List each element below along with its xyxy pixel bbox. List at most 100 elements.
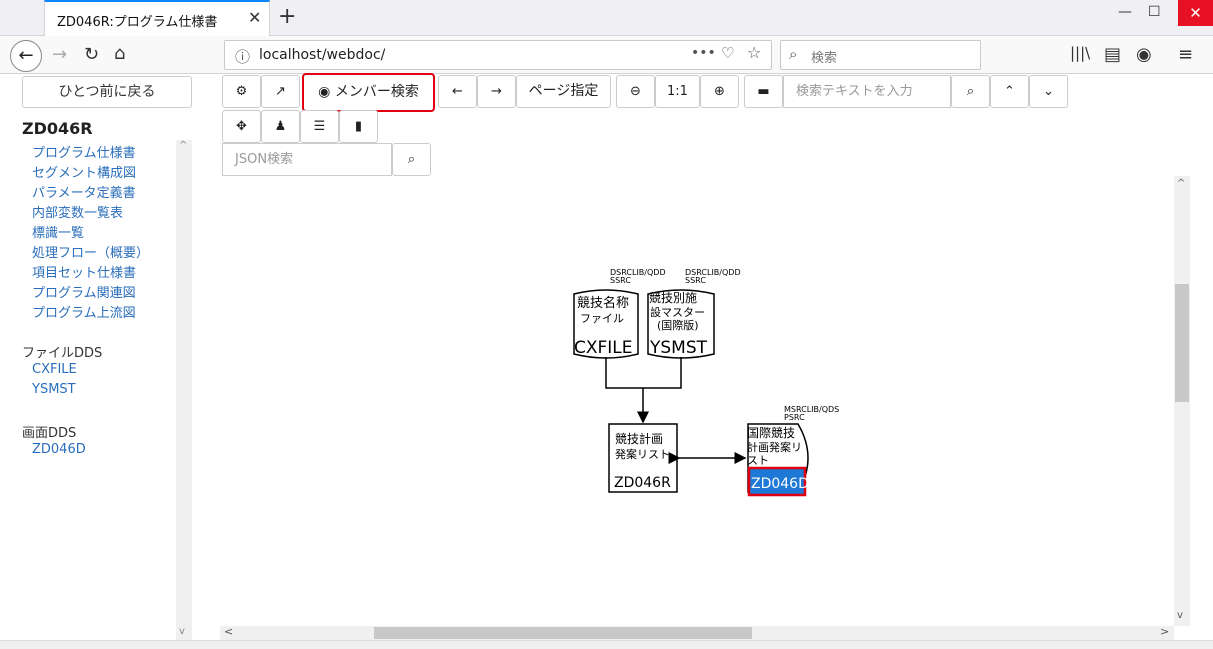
search-icon: ⌕ [789,45,798,63]
next-page-button[interactable]: → [477,75,516,108]
zoom-reset-button[interactable]: 1:1 [655,75,700,108]
pocket-icon[interactable]: ♡ [721,44,734,62]
chevron-down-icon: ⌄ [1043,84,1054,99]
search-prev-button[interactable]: ⌃ [990,75,1029,108]
screen-dds-heading: 画面DDS [22,426,77,441]
file1-line2: ファイル [580,312,624,325]
search-placeholder: 検索 [811,51,838,66]
sidebar-link-item-set[interactable]: 項目セット仕様書 [32,262,136,281]
status-bar [0,640,1213,649]
list-button[interactable]: ☰ [300,110,339,143]
browser-back-button[interactable]: ← [10,40,42,72]
screen-line3: スト [747,454,769,467]
file-dds-heading: ファイルDDS [22,346,103,361]
window-close-icon[interactable]: ✕ [1178,0,1213,26]
search-text-button[interactable]: ⌕ [951,75,990,108]
sidebar-icon[interactable]: ▤ [1104,44,1121,65]
scroll-up-icon[interactable]: ^ [1177,178,1185,189]
sidebar-link-ysmst[interactable]: YSMST [32,382,76,397]
json-search-input[interactable]: JSON検索 [222,143,392,176]
file2-src: SSRC [685,276,706,285]
move-icon: ✥ [236,119,247,134]
sidebar-link-indicators[interactable]: 標識一覧 [32,222,84,241]
minimize-icon[interactable]: — [1118,4,1132,20]
browser-tab[interactable]: ZD046R:プログラム仕様書 ✕ [44,0,270,36]
diagram-canvas[interactable]: DSRCLIB/QDD SSRC 競技名称 ファイル CXFILE DSRCLI… [220,176,1174,626]
search-next-button[interactable]: ⌄ [1029,75,1068,108]
sidebar-link-program-spec[interactable]: プログラム仕様書 [32,142,136,161]
menu-icon[interactable]: ≡ [1178,44,1193,65]
sidebar-link-variables[interactable]: 内部変数一覧表 [32,202,123,221]
library-icon[interactable]: |||\ [1070,44,1090,62]
arrow-right-icon: → [491,84,502,99]
gear-icon: ⚙ [235,84,248,99]
book-button[interactable]: ▮ [339,110,378,143]
forward-icon[interactable]: → [52,44,67,65]
program-name: ZD046R [614,475,671,491]
zoom-in-button[interactable]: ⊕ [700,75,739,108]
zoom-out-button[interactable]: ⊖ [616,75,655,108]
file1-name: CXFILE [574,338,633,358]
bookmark-star-icon[interactable]: ☆ [747,43,761,62]
screen-line2: 計画発案リ [747,440,802,454]
file-node-ysmst[interactable]: DSRCLIB/QDD SSRC 競技別施 設マスター (国際版) YSMST [647,268,741,359]
settings-button[interactable]: ⚙ [222,75,261,108]
tab-title: ZD046R:プログラム仕様書 [57,15,218,30]
user-button[interactable]: ♟ [261,110,300,143]
scroll-down-icon[interactable]: v [179,626,185,637]
member-search-label: メンバー検索 [334,84,419,100]
file1-src: SSRC [610,276,631,285]
reload-icon[interactable]: ↻ [84,44,99,65]
open-external-button[interactable]: ↗ [261,75,300,108]
vertical-scroll-thumb[interactable] [1175,284,1189,402]
json-search-button[interactable]: ⌕ [392,143,431,176]
scroll-left-icon[interactable]: < [224,625,233,638]
sidebar-scrollbar[interactable]: ^ v [176,140,192,640]
sidebar-link-cxfile[interactable]: CXFILE [32,362,77,377]
eye-icon: ◉ [318,84,331,100]
account-icon[interactable]: ◉ [1136,44,1152,65]
home-icon[interactable]: ⌂ [114,43,125,64]
search-panel-button[interactable]: ▬ [744,75,783,108]
maximize-icon[interactable]: ☐ [1148,4,1161,20]
drive-icon: ▬ [757,84,770,99]
screen-name: ZD046D [751,476,809,492]
search-icon: ⌕ [407,152,416,167]
screen-line1: 国際競技 [747,425,795,440]
new-tab-button[interactable]: + [278,4,296,29]
screen-src: PSRC [784,413,805,422]
browser-search-bar[interactable]: ⌕ 検索 [780,40,981,70]
sidebar-link-segment[interactable]: セグメント構成図 [32,162,136,181]
scroll-up-icon[interactable]: ^ [179,140,187,151]
move-button[interactable]: ✥ [222,110,261,143]
arrow-left-icon: ← [452,84,463,99]
sidebar-link-upstream[interactable]: プログラム上流図 [32,302,136,321]
sidebar-link-zd046d[interactable]: ZD046D [32,442,86,457]
scroll-right-icon[interactable]: > [1160,625,1169,638]
program-line2: 発案リスト [615,447,670,461]
more-actions-icon[interactable]: ••• [691,45,716,61]
member-search-button[interactable]: ◉ メンバー検索 [302,73,435,112]
prev-page-button[interactable]: ← [438,75,477,108]
url-text: localhost/webdoc/ [259,47,386,63]
tab-close-icon[interactable]: ✕ [248,8,261,27]
info-icon[interactable]: ⓘ [235,46,250,67]
file2-line3: (国際版) [657,318,699,332]
list-icon: ☰ [313,119,326,134]
search-text-input[interactable]: 検索テキストを入力 [783,75,951,108]
back-page-button[interactable]: ひとつ前に戻る [22,76,192,108]
external-link-icon: ↗ [275,84,286,99]
sidebar-link-relation[interactable]: プログラム関連図 [32,282,136,301]
sidebar-link-flow[interactable]: 処理フロー（概要） [32,242,149,261]
scroll-down-icon[interactable]: v [1177,610,1183,621]
file2-name: YSMST [649,338,708,358]
sidebar-link-parameter[interactable]: パラメータ定義書 [32,182,136,201]
program-node-zd046r[interactable]: 競技計画 発案リスト ZD046R [608,423,678,493]
page-jump-button[interactable]: ページ指定 [516,75,611,108]
program-line1: 競技計画 [615,431,663,446]
url-bar[interactable]: ⓘ localhost/webdoc/ ••• ♡ ☆ [224,40,772,70]
search-icon: ⌕ [966,84,975,99]
horizontal-scroll-thumb[interactable] [374,627,752,639]
file2-line1: 競技別施 [649,290,697,305]
screen-node-zd046d[interactable]: MSRCLIB/QDS PSRC 国際競技 計画発案リ スト ZD046D [747,405,839,497]
